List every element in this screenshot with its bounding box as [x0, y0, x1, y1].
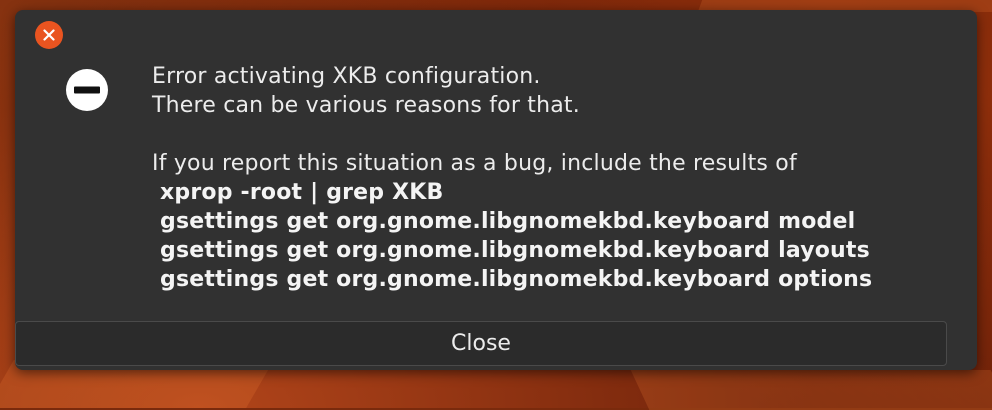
close-button[interactable]: Close	[15, 321, 947, 366]
error-dialog: Error activating XKB configuration. Ther…	[15, 10, 977, 370]
error-message: Error activating XKB configuration. Ther…	[152, 62, 952, 294]
command-line: xprop -root | grep XKB	[160, 180, 444, 205]
wallpaper-shard	[630, 370, 992, 410]
window-close-button[interactable]	[35, 21, 63, 49]
dialog-error-icon	[66, 69, 108, 111]
command-line: gsettings get org.gnome.libgnomekbd.keyb…	[160, 238, 870, 263]
message-line: If you report this situation as a bug, i…	[152, 151, 797, 176]
message-line: Error activating XKB configuration.	[152, 64, 541, 89]
command-line: gsettings get org.gnome.libgnomekbd.keyb…	[160, 209, 856, 234]
message-line: There can be various reasons for that.	[152, 93, 580, 118]
close-button-label: Close	[451, 331, 511, 356]
command-line: gsettings get org.gnome.libgnomekbd.keyb…	[160, 267, 873, 292]
close-icon	[43, 29, 55, 41]
